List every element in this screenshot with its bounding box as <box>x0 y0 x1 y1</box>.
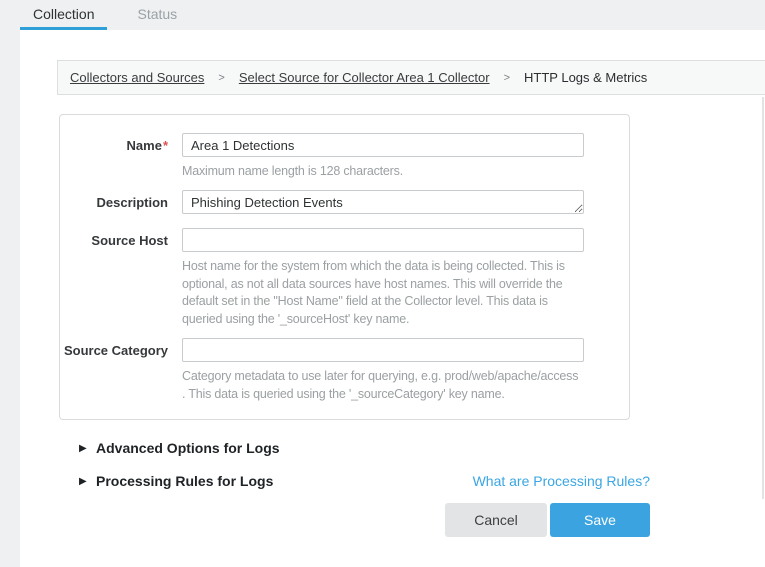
scrollbar[interactable] <box>762 97 764 499</box>
form-actions: Cancel Save <box>79 503 650 537</box>
save-button[interactable]: Save <box>550 503 650 537</box>
content-panel: Collectors and Sources > Select Source f… <box>20 30 765 567</box>
name-help-text: Maximum name length is 128 characters. <box>182 163 584 181</box>
tab-collection[interactable]: Collection <box>20 0 107 30</box>
breadcrumb-current-page: HTTP Logs & Metrics <box>524 70 647 85</box>
source-host-input[interactable] <box>182 228 584 252</box>
breadcrumb-link-collectors-and-sources[interactable]: Collectors and Sources <box>70 70 204 85</box>
source-category-input[interactable] <box>182 338 584 362</box>
breadcrumb-separator-icon: > <box>218 72 224 84</box>
name-field-row: Name* Maximum name length is 128 charact… <box>60 133 629 181</box>
expand-triangle-icon: ▶ <box>79 476 96 487</box>
description-field-row: Description Phishing Detection Events <box>60 190 629 219</box>
expand-triangle-icon: ▶ <box>79 443 96 454</box>
breadcrumb-link-select-source[interactable]: Select Source for Collector Area 1 Colle… <box>239 70 490 85</box>
name-label-text: Name <box>127 138 162 153</box>
cancel-button[interactable]: Cancel <box>445 503 547 537</box>
tab-bar: Collection Status <box>0 0 765 30</box>
source-category-field-row: Source Category Category metadata to use… <box>60 338 629 404</box>
description-textarea[interactable]: Phishing Detection Events <box>182 190 584 214</box>
source-category-help-text: Category metadata to use later for query… <box>182 368 584 404</box>
required-asterisk: * <box>163 138 168 153</box>
name-input[interactable] <box>182 133 584 157</box>
tab-status-label: Status <box>137 6 177 22</box>
source-host-label: Source Host <box>60 228 182 329</box>
source-config-card: Name* Maximum name length is 128 charact… <box>59 114 630 420</box>
source-host-field-row: Source Host Host name for the system fro… <box>60 228 629 329</box>
source-category-label: Source Category <box>60 338 182 404</box>
processing-rules-label: Processing Rules for Logs <box>96 473 273 489</box>
section-advanced-options-for-logs[interactable]: ▶ Advanced Options for Logs <box>79 440 650 456</box>
breadcrumb: Collectors and Sources > Select Source f… <box>57 60 765 95</box>
breadcrumb-separator-icon: > <box>504 72 510 84</box>
tab-status[interactable]: Status <box>124 0 190 30</box>
description-label: Description <box>60 190 182 219</box>
source-host-help-text: Host name for the system from which the … <box>182 258 584 329</box>
section-processing-rules-for-logs[interactable]: ▶ Processing Rules for Logs <box>79 473 273 489</box>
advanced-options-label: Advanced Options for Logs <box>96 440 280 456</box>
what-are-processing-rules-link[interactable]: What are Processing Rules? <box>473 473 650 489</box>
name-label: Name* <box>60 133 182 181</box>
tab-collection-label: Collection <box>33 6 94 22</box>
